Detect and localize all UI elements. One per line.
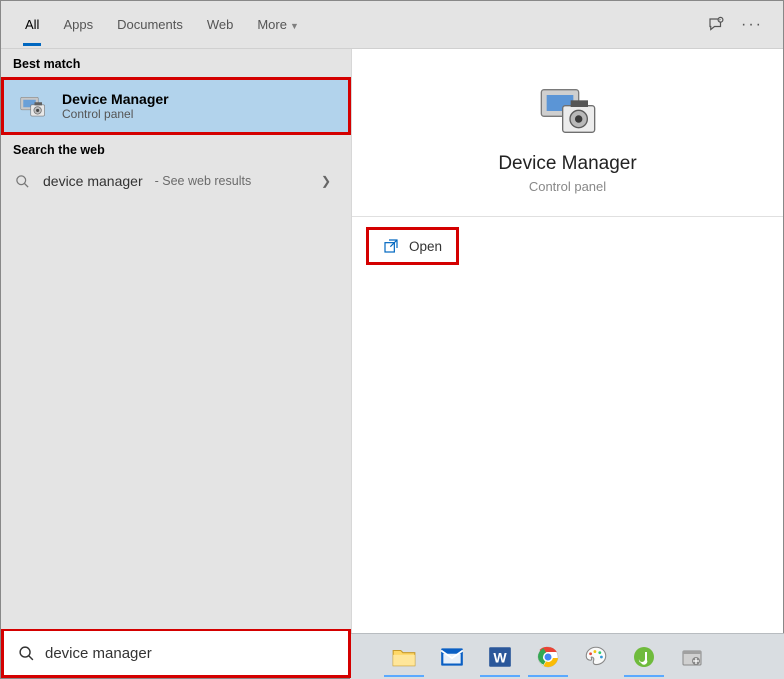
search-input-wrapper [1, 629, 351, 678]
taskbar-app-generic[interactable] [668, 637, 716, 677]
results-panel: Best match Device Manager Control panel [1, 49, 351, 678]
open-label: Open [409, 239, 442, 254]
search-icon [18, 645, 35, 662]
open-icon [383, 238, 399, 254]
tab-more[interactable]: More▼ [245, 3, 311, 46]
preview-panel: Device Manager Control panel Open [351, 49, 783, 678]
open-action[interactable]: Open [366, 227, 459, 265]
best-match-heading: Best match [1, 49, 351, 77]
taskbar-file-explorer[interactable] [380, 637, 428, 677]
taskbar-chrome[interactable] [524, 637, 572, 677]
best-match-result[interactable]: Device Manager Control panel [1, 77, 351, 135]
search-web-heading: Search the web [1, 135, 351, 163]
preview-subtitle: Control panel [529, 179, 606, 194]
feedback-icon[interactable] [707, 16, 725, 34]
more-options-icon[interactable]: ··· [741, 16, 763, 34]
filter-tabs: All Apps Documents Web More▼ ··· [1, 1, 783, 49]
tab-web[interactable]: Web [195, 3, 246, 46]
svg-text:W: W [493, 649, 507, 665]
tab-all[interactable]: All [13, 3, 51, 46]
tab-apps[interactable]: Apps [51, 3, 105, 46]
taskbar-word[interactable]: W [476, 637, 524, 677]
search-icon [15, 174, 31, 189]
result-subtitle: Control panel [62, 107, 169, 121]
device-manager-large-icon [536, 79, 600, 143]
taskbar-mail[interactable] [428, 637, 476, 677]
chevron-right-icon: ❯ [321, 174, 337, 188]
result-title: Device Manager [62, 91, 169, 107]
chevron-down-icon: ▼ [290, 21, 299, 31]
web-query-text: device manager [43, 173, 143, 189]
tab-documents[interactable]: Documents [105, 3, 195, 46]
taskbar-utorrent[interactable] [620, 637, 668, 677]
taskbar-paint[interactable] [572, 637, 620, 677]
taskbar: W [350, 633, 784, 679]
device-manager-icon [16, 90, 48, 122]
search-input[interactable] [45, 645, 334, 662]
web-suffix-text: - See web results [155, 174, 252, 188]
preview-title: Device Manager [498, 153, 636, 175]
web-search-result[interactable]: device manager - See web results ❯ [1, 163, 351, 199]
